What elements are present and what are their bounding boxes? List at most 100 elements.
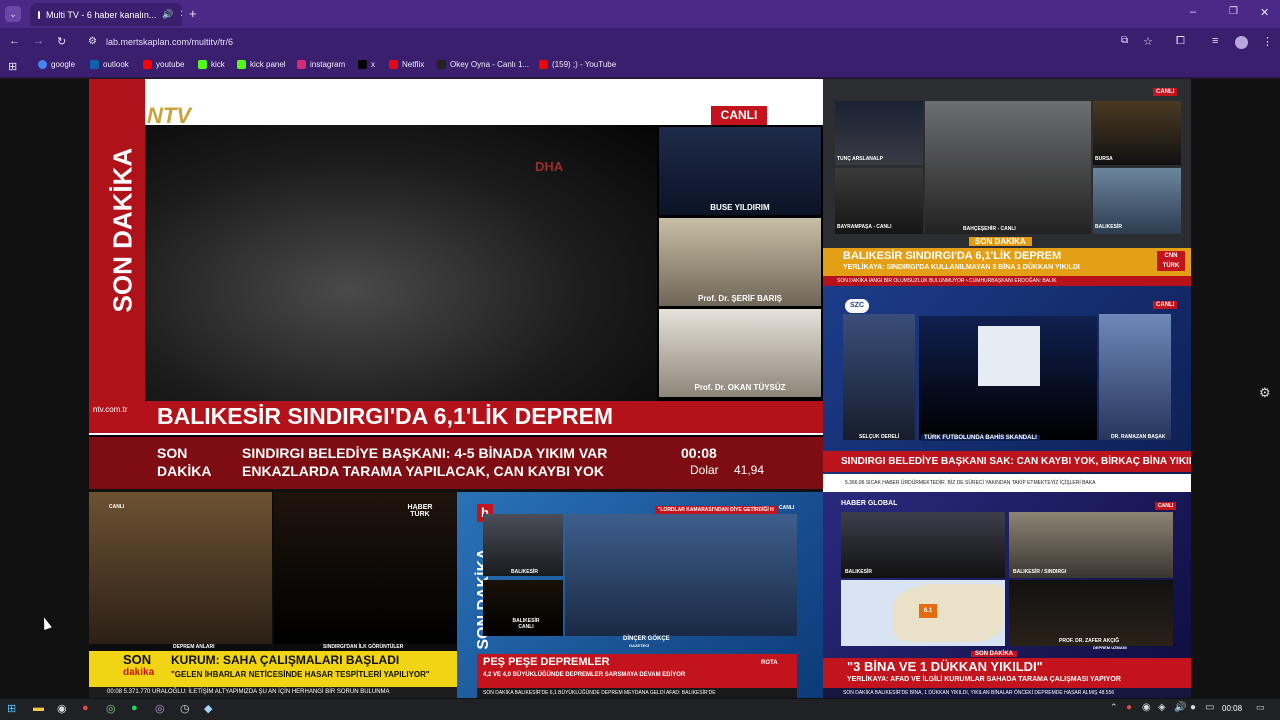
- youtube-icon: [143, 60, 152, 69]
- bookmark-google[interactable]: google: [38, 60, 75, 69]
- szc-guest-2: [1099, 314, 1171, 440]
- mouse-cursor: [40, 615, 52, 631]
- szc-guest-1-name: SELÇUK DERELİ: [859, 434, 900, 440]
- ntv-canli-badge: CANLI: [711, 106, 767, 125]
- tray-chevron-icon[interactable]: ⌃: [1110, 702, 1118, 713]
- halk-ticker: SON DAKİKA BALIKESİR'DE 6,1 BÜYÜKLÜĞÜNDE…: [477, 688, 797, 698]
- bookmark-star-icon[interactable]: ☆: [1143, 35, 1153, 48]
- mute-icon[interactable]: 🔊: [162, 9, 173, 20]
- halk-tv-stream[interactable]: h CANLI SON DAKİKA BALIKESİR BALIKESİR C…: [457, 492, 823, 698]
- halk-rota: ROTA: [761, 660, 778, 666]
- youtube-icon: [539, 60, 548, 69]
- reload-icon[interactable]: ↻: [57, 35, 66, 48]
- start-icon[interactable]: ⊞: [7, 702, 16, 715]
- szc-logo: SZC: [845, 299, 869, 313]
- halk-guest-role: GAZETECİ: [629, 643, 650, 648]
- global-canli-badge: CANLI: [1155, 502, 1177, 510]
- halk-guest-name: DİNÇER GÖKÇE: [623, 636, 670, 642]
- global-map-land: [893, 584, 1003, 642]
- address-field[interactable]: ⚙ lab.mertskaplan.com/multitv/tr/6: [82, 32, 1162, 52]
- ntv-panelist-2: Prof. Dr. ŞERİF BARIŞ: [697, 294, 782, 303]
- bookmark-kick-panel[interactable]: kick panel: [237, 60, 286, 69]
- spotify-icon[interactable]: ●: [131, 702, 138, 714]
- tray-icon-2[interactable]: ◉: [1142, 702, 1151, 713]
- settings-gear-icon[interactable]: ⚙: [1259, 385, 1271, 401]
- szc-headline: SINDIRGI BELEDİYE BAŞKANI SAK: CAN KAYBI…: [841, 456, 1191, 467]
- cnn-headline-1: BALIKESİR SINDIRGI'DA 6,1'LİK DEPREM: [843, 250, 1062, 262]
- bookmark-youtube-2[interactable]: (159) ;) - YouTube: [539, 60, 616, 69]
- taskbar: ⊞ ▬ ◉ ● ◎ ● ◎ ◷ ◆ ⌃ ● ◉ ◈ 🔊 ● ▭ 00:08 ▭: [0, 699, 1280, 720]
- halk-banner: "LORDLAR KAMARASI'NDAN DİYE GETİRDİĞİ H: [655, 506, 777, 514]
- cnn-cam-2-label: BAYRAMPAŞA - CANLI: [837, 224, 892, 230]
- ntv-ticker-line-2: ENKAZLARDA TARAMA YAPILACAK, CAN KAYBI Y…: [242, 463, 604, 479]
- mic-icon[interactable]: ●: [1190, 702, 1196, 713]
- minimize-icon[interactable]: –: [1190, 6, 1196, 18]
- back-icon[interactable]: ←: [9, 35, 20, 47]
- taskbar-clock[interactable]: 00:08: [1222, 704, 1242, 713]
- extensions-icon[interactable]: ⧠: [1176, 35, 1185, 48]
- tab-title: Multi TV - 6 haber kanalın...: [46, 9, 157, 20]
- menu-icon[interactable]: ⋮: [1262, 35, 1273, 48]
- pinned-app-icon[interactable]: ◆: [204, 702, 212, 715]
- notifications-icon[interactable]: ▭: [1256, 702, 1265, 713]
- global-son: SON DAKİKA: [971, 651, 1018, 657]
- site-info-icon[interactable]: ⚙: [88, 36, 97, 47]
- forward-icon[interactable]: →: [33, 35, 44, 47]
- chrome-icon[interactable]: ◎: [106, 702, 116, 715]
- cnn-turk-stream[interactable]: CANLI TUNÇ ARSLANALP BAYRAMPAŞA - CANLI …: [823, 79, 1191, 286]
- netflix-icon: [389, 60, 398, 69]
- dha-watermark: DHA: [535, 159, 564, 174]
- browser-tab[interactable]: Multi TV - 6 haber kanalın... 🔊 ✕: [30, 3, 182, 26]
- cnn-cam-1-label: TUNÇ ARSLANALP: [837, 156, 883, 162]
- chrome-active-icon[interactable]: ◎: [155, 702, 165, 715]
- apps-grid-icon[interactable]: ⊞: [8, 60, 17, 73]
- file-explorer-icon[interactable]: ▬: [33, 702, 44, 714]
- ntv-ticker-line-1: SINDIRGI BELEDİYE BAŞKANI: 4-5 BİNADA YI…: [242, 445, 608, 461]
- close-window-icon[interactable]: ✕: [1260, 6, 1269, 19]
- bookmark-netflix[interactable]: Netflix: [389, 60, 424, 69]
- szc-studio-screen: [978, 326, 1040, 386]
- bookmark-outlook[interactable]: outlook: [90, 60, 129, 69]
- network-icon[interactable]: ▭: [1205, 702, 1214, 713]
- global-logo: HABER GLOBAL: [841, 500, 898, 507]
- close-tab-icon[interactable]: ✕: [180, 9, 182, 20]
- tray-icon-3[interactable]: ◈: [1158, 702, 1166, 713]
- bookmark-youtube[interactable]: youtube: [143, 60, 184, 69]
- halk-cam-1: [483, 514, 563, 576]
- tab-search-icon[interactable]: ⌄: [5, 6, 21, 22]
- volume-icon[interactable]: 🔊: [1174, 702, 1186, 713]
- halk-cam-2-label: BALIKESİR CANLI: [512, 618, 540, 630]
- tray-icon-1[interactable]: ●: [1126, 702, 1132, 713]
- bookmark-instagram[interactable]: instagram: [297, 60, 345, 69]
- ntv-side-text: SON DAKİKA: [107, 147, 138, 313]
- bookmark-kick[interactable]: kick: [198, 60, 225, 69]
- cnn-cam-5-label: BALIKESİR: [1095, 224, 1122, 230]
- profile-avatar[interactable]: [1235, 36, 1248, 49]
- haber-global-stream[interactable]: HABER GLOBAL CANLI BALIKESİR BALIKESİR /…: [823, 492, 1191, 698]
- global-headline-2: YERLİKAYA: AFAD VE İLGİLİ KURUMLAR SAHAD…: [847, 676, 1121, 683]
- app-icon[interactable]: ◷: [180, 702, 190, 715]
- media-icon[interactable]: ≡: [1212, 35, 1218, 47]
- outlook-icon: [90, 60, 99, 69]
- global-quake-marker: 6.1: [919, 604, 937, 618]
- ntv-stream[interactable]: SON DAKİKA NTV CANLI DHA BUSE YILDIRIM P…: [89, 79, 823, 489]
- cnn-canli-badge: CANLI: [1153, 88, 1178, 96]
- haberturk-son: SON: [123, 652, 152, 667]
- instagram-icon: [297, 60, 306, 69]
- haberturk-stream[interactable]: CANLI HABER TÜRK DEPREM ANLARI SINDIRGI'…: [89, 492, 457, 698]
- szc-tv-stream[interactable]: SZC CANLI SELÇUK DERELİ TÜRK FUTBOLUNDA …: [823, 286, 1191, 492]
- new-tab-icon[interactable]: +: [189, 6, 197, 21]
- halk-headline-2: 4,2 VE 4,0 BÜYÜKLÜĞÜNDE DEPREMLER SARSMA…: [483, 672, 686, 678]
- bookmark-okey[interactable]: Okey Oyna - Canlı 1...: [437, 60, 529, 69]
- ntv-son: SON: [157, 445, 188, 461]
- opera-icon[interactable]: ●: [82, 702, 89, 714]
- steam-icon[interactable]: ◉: [57, 702, 67, 715]
- bookmark-x[interactable]: x: [358, 60, 375, 69]
- restore-icon[interactable]: ❐: [1229, 6, 1238, 17]
- cnn-cam-3: [925, 101, 1091, 234]
- ntv-headline: BALIKESİR SINDIRGI'DA 6,1'LİK DEPREM: [157, 403, 614, 429]
- ntv-dolar-value: 41,94: [734, 463, 765, 477]
- szc-guest-2-name: DR. RAMAZAN BAŞAK: [1111, 434, 1166, 440]
- install-app-icon[interactable]: ⧉: [1121, 35, 1128, 46]
- haberturk-headline-1: KURUM: SAHA ÇALIŞMALARI BAŞLADI: [171, 653, 400, 667]
